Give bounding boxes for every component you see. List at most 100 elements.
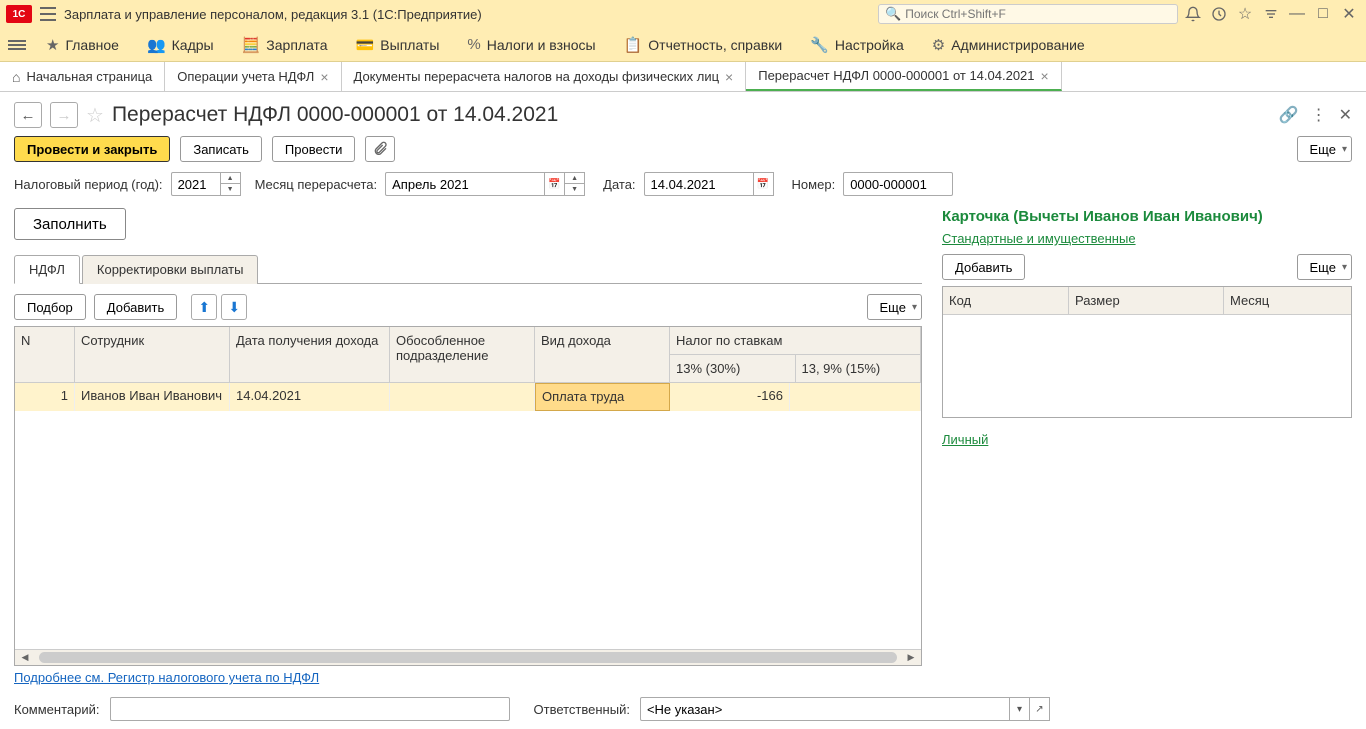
tab-2[interactable]: Документы перерасчета налогов на доходы … xyxy=(342,62,747,91)
period-input[interactable] xyxy=(171,172,221,196)
scroll-thumb[interactable] xyxy=(39,652,897,663)
table-hscroll[interactable]: ◀ ▶ xyxy=(15,649,921,665)
close-icon[interactable]: ✕ xyxy=(1338,3,1360,25)
card-table: Код Размер Месяц xyxy=(942,286,1352,418)
search-icon: 🔍 xyxy=(885,6,901,22)
menu-sections-icon[interactable] xyxy=(6,36,28,54)
cmdbar: Провести и закрыть Записать Провести Еще xyxy=(0,136,1366,172)
cth-size[interactable]: Размер xyxy=(1069,287,1224,314)
close-doc-icon[interactable]: ✕ xyxy=(1339,105,1352,125)
th-rate13[interactable]: 13% (30%) xyxy=(670,355,796,382)
card-link-standard[interactable]: Стандартные и имущественные xyxy=(942,231,1136,246)
menu-icon: 📋 xyxy=(624,36,643,54)
th-rate9[interactable]: 13, 9% (15%) xyxy=(796,355,921,382)
menu-icon: 🧮 xyxy=(242,36,261,54)
menu-icon: 💳 xyxy=(356,36,375,54)
menu-item-2[interactable]: 🧮 Зарплата xyxy=(228,30,342,60)
menu-label: Отчетность, справки xyxy=(648,37,782,53)
more-button[interactable]: Еще xyxy=(1297,136,1352,162)
app-title: Зарплата и управление персоналом, редакц… xyxy=(64,7,482,22)
subtab-1[interactable]: Корректировки выплаты xyxy=(82,255,259,284)
menu-item-5[interactable]: 📋 Отчетность, справки xyxy=(610,30,797,60)
menu-icon: 🔧 xyxy=(810,36,829,54)
bell-icon[interactable] xyxy=(1182,3,1204,25)
menu-icon: % xyxy=(467,36,480,53)
th-department[interactable]: Обособленное подразделение xyxy=(390,327,535,382)
minimize-icon[interactable]: — xyxy=(1286,3,1308,25)
add-button[interactable]: Добавить xyxy=(94,294,177,320)
move-up-button[interactable]: ⬆ xyxy=(191,294,217,320)
tab-close-icon[interactable]: × xyxy=(320,69,328,85)
menu-label: Настройка xyxy=(835,37,904,53)
fill-button[interactable]: Заполнить xyxy=(14,208,126,240)
date-input[interactable] xyxy=(644,172,754,196)
history-icon[interactable] xyxy=(1208,3,1230,25)
period-label: Налоговый период (год): xyxy=(14,177,163,192)
th-income-type[interactable]: Вид дохода xyxy=(535,327,670,382)
filter-icon[interactable] xyxy=(1260,3,1282,25)
responsible-open-icon[interactable]: ↗ xyxy=(1030,697,1050,721)
cth-month[interactable]: Месяц xyxy=(1224,287,1351,314)
menu-item-4[interactable]: %Налоги и взносы xyxy=(453,30,609,60)
tab-3[interactable]: Перерасчет НДФЛ 0000-000001 от 14.04.202… xyxy=(746,62,1062,91)
card-more-button[interactable]: Еще xyxy=(1297,254,1352,280)
star-icon[interactable]: ☆ xyxy=(1234,3,1256,25)
logo-1c: 1C xyxy=(6,5,32,23)
attach-button[interactable] xyxy=(365,136,395,162)
tab-close-icon[interactable]: × xyxy=(1041,68,1049,84)
scroll-left-icon[interactable]: ◀ xyxy=(15,650,35,665)
link-icon[interactable]: 🔗 xyxy=(1279,105,1299,125)
table-row[interactable]: 1 Иванов Иван Иванович 14.04.2021 Оплата… xyxy=(15,383,921,411)
month-calendar-icon[interactable]: 📅 xyxy=(545,172,565,196)
number-input[interactable] xyxy=(843,172,953,196)
search-input[interactable] xyxy=(905,7,1171,21)
responsible-dropdown-icon[interactable]: ▾ xyxy=(1010,697,1030,721)
comment-label: Комментарий: xyxy=(14,702,100,717)
menu-item-0[interactable]: ★Главное xyxy=(32,30,133,60)
card-link-personal[interactable]: Личный xyxy=(942,432,988,447)
month-spinner[interactable]: ▲▼ xyxy=(565,172,585,196)
post-button[interactable]: Провести xyxy=(272,136,356,162)
favorite-icon[interactable]: ☆ xyxy=(86,103,104,128)
tabs-row: ⌂Начальная страницаОперации учета НДФЛ× Д… xyxy=(0,62,1366,92)
nav-forward-button[interactable]: → xyxy=(50,102,78,128)
responsible-input[interactable] xyxy=(640,697,1010,721)
cth-code[interactable]: Код xyxy=(943,287,1069,314)
card-add-button[interactable]: Добавить xyxy=(942,254,1025,280)
menu-label: Администрирование xyxy=(951,37,1085,53)
tab-label: Документы перерасчета налогов на доходы … xyxy=(354,69,720,84)
th-n[interactable]: N xyxy=(15,327,75,382)
period-spinner[interactable]: ▲▼ xyxy=(221,172,241,196)
th-tax-label[interactable]: Налог по ставкам xyxy=(670,327,920,355)
menu-item-6[interactable]: 🔧 Настройка xyxy=(796,30,918,60)
tab-close-icon[interactable]: × xyxy=(725,69,733,85)
table-more-button[interactable]: Еще xyxy=(867,294,922,320)
save-button[interactable]: Записать xyxy=(180,136,262,162)
td-income-type[interactable]: Оплата труда xyxy=(535,383,670,411)
maximize-icon[interactable]: □ xyxy=(1312,3,1334,25)
date-calendar-icon[interactable]: 📅 xyxy=(754,172,774,196)
hamburger-icon[interactable] xyxy=(40,7,56,21)
tab-0[interactable]: ⌂Начальная страница xyxy=(0,62,165,91)
move-down-button[interactable]: ⬇ xyxy=(221,294,247,320)
more-vert-icon[interactable]: ⋮ xyxy=(1311,105,1327,125)
month-input[interactable] xyxy=(385,172,545,196)
th-income-date[interactable]: Дата получения дохода xyxy=(230,327,390,382)
post-close-button[interactable]: Провести и закрыть xyxy=(14,136,170,162)
menu-item-7[interactable]: ⚙Администрирование xyxy=(918,30,1099,60)
nav-back-button[interactable]: ← xyxy=(14,102,42,128)
menu-label: Кадры xyxy=(172,37,214,53)
td-tax9 xyxy=(790,383,921,411)
search-box[interactable]: 🔍 xyxy=(878,4,1178,24)
menu-label: Зарплата xyxy=(266,37,327,53)
subtab-0[interactable]: НДФЛ xyxy=(14,255,80,284)
comment-input[interactable] xyxy=(110,697,510,721)
scroll-right-icon[interactable]: ▶ xyxy=(901,650,921,665)
tab-label: Перерасчет НДФЛ 0000-000001 от 14.04.202… xyxy=(758,68,1034,83)
menu-item-3[interactable]: 💳Выплаты xyxy=(342,30,454,60)
th-employee[interactable]: Сотрудник xyxy=(75,327,230,382)
bottom-link[interactable]: Подробнее см. Регистр налогового учета п… xyxy=(0,666,333,689)
tab-1[interactable]: Операции учета НДФЛ× xyxy=(165,62,341,91)
menu-item-1[interactable]: 👥Кадры xyxy=(133,30,228,60)
select-button[interactable]: Подбор xyxy=(14,294,86,320)
